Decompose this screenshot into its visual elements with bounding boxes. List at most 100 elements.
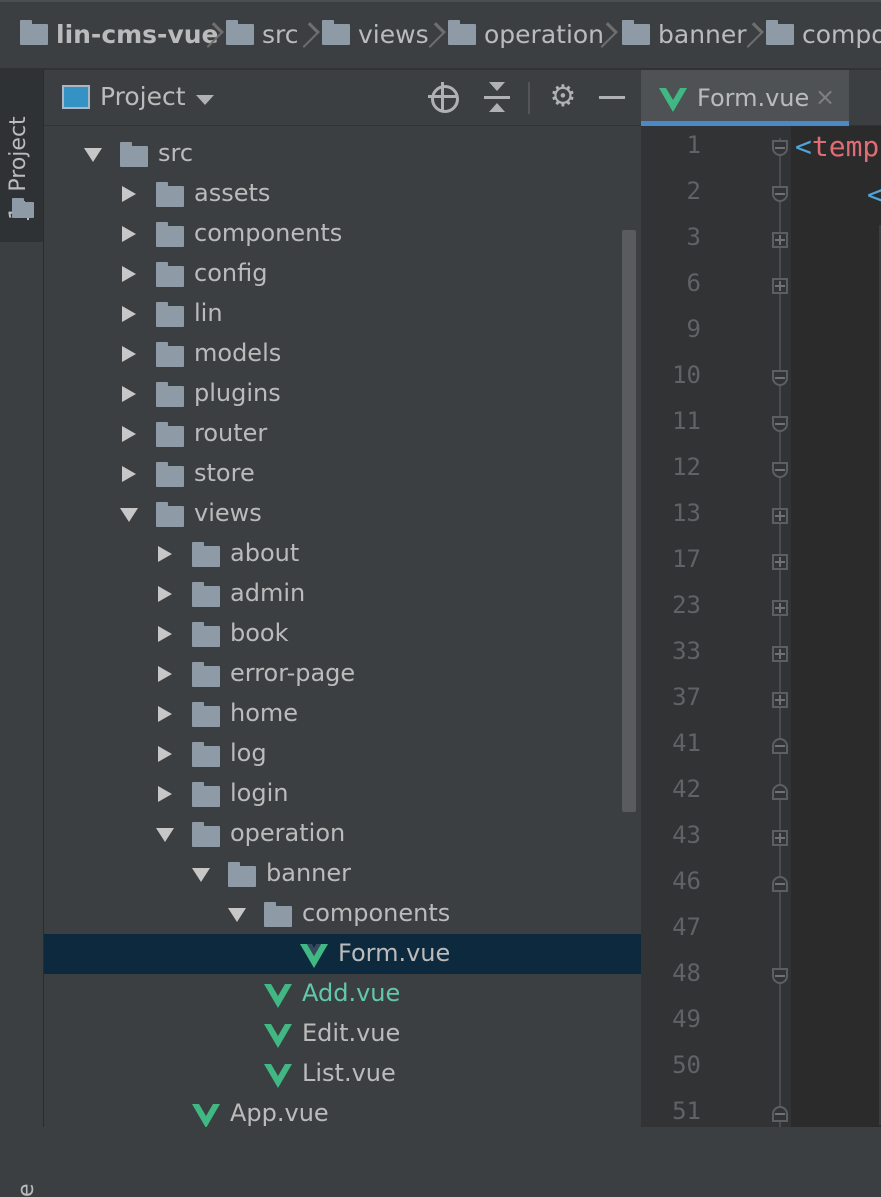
collapse-fold-icon[interactable] <box>772 370 788 386</box>
tree-folder-row[interactable]: plugins <box>44 374 641 414</box>
chevron-right-icon[interactable] <box>122 186 136 202</box>
collapse-fold-icon[interactable] <box>772 968 788 984</box>
collapse-fold-icon[interactable] <box>772 876 788 892</box>
tree-file-row[interactable]: Form.vue <box>44 934 641 974</box>
folder-icon <box>192 782 220 807</box>
collapse-fold-icon[interactable] <box>772 462 788 478</box>
tree-item-label: admin <box>230 579 306 607</box>
line-number: 17 <box>672 545 701 573</box>
tree-folder-row[interactable]: log <box>44 734 641 774</box>
expand-fold-icon[interactable] <box>772 646 788 662</box>
tree-file-row[interactable]: Add.vue <box>44 974 641 1014</box>
chevron-right-icon[interactable] <box>122 346 136 362</box>
bottom-tool-window-label[interactable]: e <box>14 1183 39 1197</box>
project-view-selector[interactable]: Project <box>100 82 186 111</box>
chevron-down-icon[interactable] <box>196 95 214 105</box>
chevron-right-icon[interactable] <box>122 426 136 442</box>
folder-icon <box>192 582 220 607</box>
tree-item-label: about <box>230 539 300 567</box>
collapse-fold-icon[interactable] <box>772 1106 788 1122</box>
tree-folder-row[interactable]: error-page <box>44 654 641 694</box>
tree-folder-row[interactable]: login <box>44 774 641 814</box>
breadcrumb-item-views[interactable]: views <box>322 14 429 54</box>
expand-fold-icon[interactable] <box>772 278 788 294</box>
breadcrumb-item-banner[interactable]: banner <box>622 14 747 54</box>
tree-folder-row[interactable]: admin <box>44 574 641 614</box>
code-line-1[interactable]: <temp <box>795 130 879 163</box>
tree-item-label: components <box>194 219 343 247</box>
chevron-right-icon[interactable] <box>122 226 136 242</box>
tree-folder-row[interactable]: about <box>44 534 641 574</box>
tab-form-vue[interactable]: Form.vue × <box>641 70 849 126</box>
chevron-right-icon[interactable] <box>158 586 172 602</box>
tree-folder-row[interactable]: config <box>44 254 641 294</box>
chevron-right-icon[interactable] <box>158 706 172 722</box>
expand-fold-icon[interactable] <box>772 830 788 846</box>
tree-folder-row[interactable]: components <box>44 214 641 254</box>
tree-folder-row[interactable]: book <box>44 614 641 654</box>
tree-item-label: views <box>194 499 262 527</box>
collapse-fold-icon[interactable] <box>772 140 788 156</box>
tree-item-label: login <box>230 779 289 807</box>
breadcrumb-item-operation[interactable]: operation <box>448 14 604 54</box>
tree-file-row[interactable]: App.vue <box>44 1094 641 1127</box>
expand-fold-icon[interactable] <box>772 600 788 616</box>
line-number: 6 <box>686 269 701 297</box>
breadcrumb-separator <box>204 26 214 46</box>
chevron-right-icon[interactable] <box>122 306 136 322</box>
tree-folder-row[interactable]: views <box>44 494 641 534</box>
chevron-right-icon[interactable] <box>158 626 172 642</box>
minimize-icon[interactable] <box>597 82 629 114</box>
folder-icon <box>226 19 254 45</box>
chevron-down-icon[interactable] <box>84 148 102 162</box>
folder-icon <box>120 142 148 167</box>
chevron-right-icon[interactable] <box>122 386 136 402</box>
tree-folder-row[interactable]: banner <box>44 854 641 894</box>
expand-fold-icon[interactable] <box>772 232 788 248</box>
tree-folder-row[interactable]: lin <box>44 294 641 334</box>
chevron-right-icon[interactable] <box>158 746 172 762</box>
collapse-fold-icon[interactable] <box>772 784 788 800</box>
chevron-right-icon[interactable] <box>158 786 172 802</box>
chevron-right-icon[interactable] <box>122 466 136 482</box>
expand-fold-icon[interactable] <box>772 508 788 524</box>
tree-item-label: plugins <box>194 379 281 407</box>
tree-folder-row[interactable]: home <box>44 694 641 734</box>
chevron-down-icon[interactable] <box>192 868 210 882</box>
code-line-2[interactable]: < <box>867 178 881 211</box>
chevron-down-icon[interactable] <box>228 908 246 922</box>
locate-file-icon[interactable] <box>428 82 460 114</box>
tree-folder-row[interactable]: operation <box>44 814 641 854</box>
chevron-right-icon[interactable] <box>158 546 172 562</box>
vue-file-icon <box>300 944 328 968</box>
breadcrumb-item-components[interactable]: compo <box>766 14 881 54</box>
collapse-fold-icon[interactable] <box>772 186 788 202</box>
tree-folder-row[interactable]: models <box>44 334 641 374</box>
tree-scrollbar[interactable] <box>622 230 636 812</box>
collapse-fold-icon[interactable] <box>772 416 788 432</box>
breadcrumb-separator <box>598 26 608 46</box>
tree-folder-row[interactable]: assets <box>44 174 641 214</box>
chevron-down-icon[interactable] <box>156 828 174 842</box>
breadcrumb-item-src[interactable]: src <box>226 14 299 54</box>
expand-fold-icon[interactable] <box>772 554 788 570</box>
folder-icon <box>156 222 184 247</box>
tree-item-label: Edit.vue <box>302 1019 401 1047</box>
chevron-right-icon[interactable] <box>122 266 136 282</box>
close-icon[interactable]: × <box>815 83 835 111</box>
breadcrumb-item-project[interactable]: lin-cms-vue <box>20 14 219 54</box>
chevron-right-icon[interactable] <box>158 666 172 682</box>
tree-file-row[interactable]: Edit.vue <box>44 1014 641 1054</box>
chevron-down-icon[interactable] <box>120 508 138 522</box>
collapse-fold-icon[interactable] <box>772 738 788 754</box>
tree-folder-row[interactable]: router <box>44 414 641 454</box>
collapse-all-icon[interactable] <box>482 82 514 114</box>
folder-icon <box>192 742 220 767</box>
tree-folder-row[interactable]: src <box>44 134 641 174</box>
gear-icon[interactable]: ⚙ <box>547 82 579 114</box>
expand-fold-icon[interactable] <box>772 692 788 708</box>
project-tool-window-button[interactable]: 1: Project <box>0 70 43 242</box>
tree-file-row[interactable]: List.vue <box>44 1054 641 1094</box>
tree-folder-row[interactable]: store <box>44 454 641 494</box>
tree-folder-row[interactable]: components <box>44 894 641 934</box>
